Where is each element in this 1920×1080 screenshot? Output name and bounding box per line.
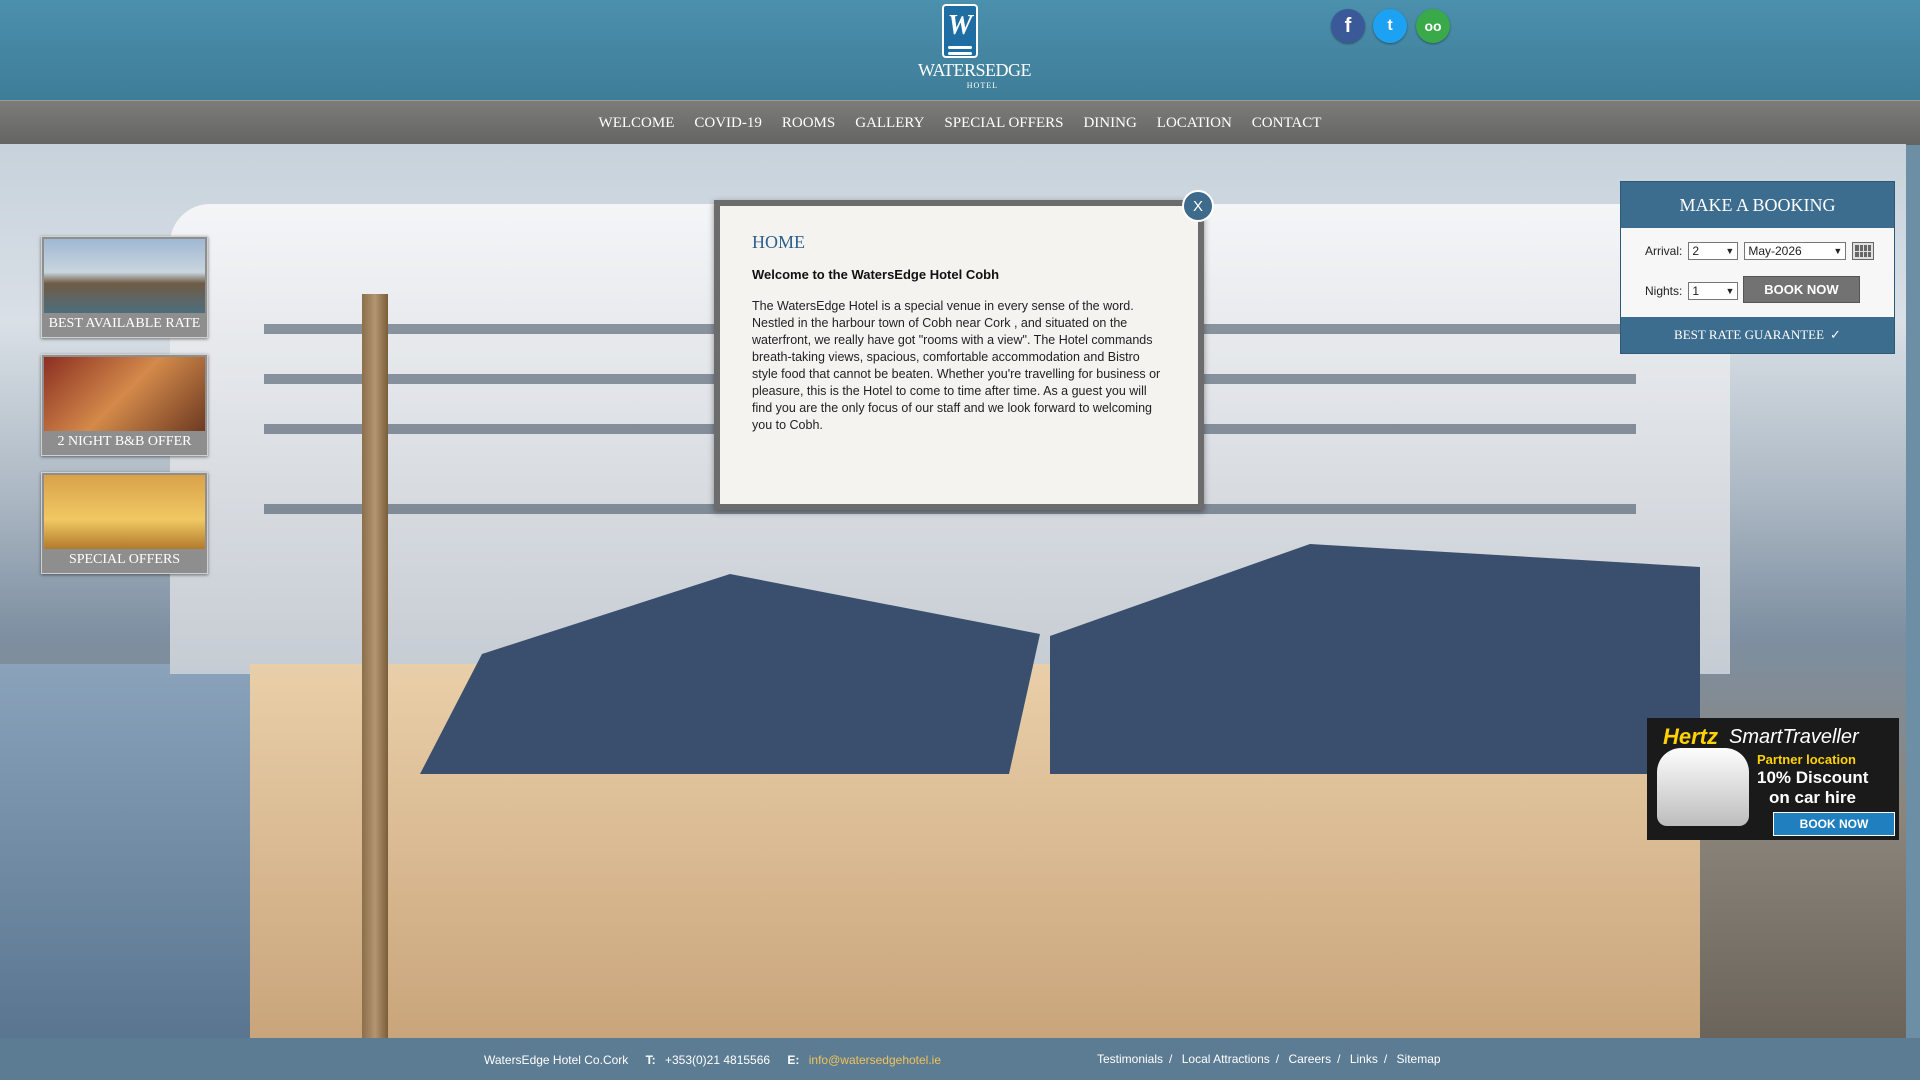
footer-links: Testimonials / Local Attractions / Careers… [1097, 1052, 1441, 1066]
logo-mark-icon: W [942, 4, 978, 58]
nav-dining[interactable]: DINING [1083, 115, 1136, 132]
best-rate-guarantee[interactable]: BEST RATE GUARANTEE ✓ [1621, 317, 1894, 353]
site-footer: WatersEdge Hotel Co.Cork T: +353(0)21 48… [0, 1038, 1920, 1080]
facebook-icon[interactable]: f [1331, 9, 1365, 43]
chevron-down-icon: ▼ [1725, 246, 1735, 256]
phone-label: T: [645, 1053, 656, 1067]
site-header: W WATERSEDGE HOTEL f t oo [0, 0, 1920, 100]
twitter-icon[interactable]: t [1373, 9, 1407, 43]
offer-caption: 2 NIGHT B&B OFFER [57, 434, 192, 449]
nav-covid-19[interactable]: COVID-19 [694, 115, 762, 132]
nav-contact[interactable]: CONTACT [1252, 115, 1322, 132]
nights-row: Nights: 1 ▼ [1645, 282, 1739, 300]
nav-welcome[interactable]: WELCOME [599, 115, 675, 132]
offer-image [44, 357, 205, 431]
popup-body: The WatersEdge Hotel is a special venue … [752, 299, 1161, 432]
footer-contact: WatersEdge Hotel Co.Cork T: +353(0)21 48… [484, 1053, 941, 1067]
nav-rooms[interactable]: ROOMS [782, 115, 835, 132]
offer-caption: BEST AVAILABLE RATE [48, 316, 201, 331]
arrival-day-select[interactable]: 2 ▼ [1688, 242, 1739, 260]
footer-link-sitemap[interactable]: Sitemap [1397, 1052, 1441, 1066]
hertz-brand: Hertz [1663, 724, 1719, 749]
arrival-label: Arrival: [1645, 244, 1683, 258]
hertz-product: SmartTraveller [1729, 726, 1859, 748]
popup-close-button[interactable]: X [1182, 190, 1214, 222]
popup-heading: Welcome to the WatersEdge Hotel Cobh [752, 267, 1000, 282]
checkmark-icon: ✓ [1830, 327, 1841, 342]
nav-gallery[interactable]: GALLERY [855, 115, 924, 132]
offer-2-night-bb[interactable]: 2 NIGHT B&B OFFER [41, 354, 208, 456]
hertz-discount: 10% Discount [1757, 768, 1869, 787]
footer-link-links[interactable]: Links [1350, 1052, 1378, 1066]
logo-name: WATERSEDGE [918, 60, 1032, 80]
footer-address: WatersEdge Hotel Co.Cork [484, 1053, 629, 1067]
car-image [1657, 748, 1749, 826]
footer-link-local-attractions[interactable]: Local Attractions [1182, 1052, 1270, 1066]
offer-special-offers[interactable]: SPECIAL OFFERS [41, 472, 208, 574]
logo-subtitle: HOTEL [966, 81, 998, 90]
booking-title: MAKE A BOOKING [1621, 182, 1894, 228]
welcome-popup: HOME Welcome to the WatersEdge Hotel Cob… [714, 200, 1204, 510]
hertz-partner: Partner location [1757, 752, 1856, 767]
chevron-down-icon: ▼ [1833, 246, 1843, 256]
hotel-logo[interactable]: W WATERSEDGE HOTEL [918, 4, 1032, 92]
footer-link-careers[interactable]: Careers [1288, 1052, 1331, 1066]
booking-widget: MAKE A BOOKING Arrival: 2 ▼ May-2026 ▼ Nig… [1620, 181, 1895, 354]
nav-location[interactable]: LOCATION [1157, 115, 1232, 132]
utility-pole [362, 294, 388, 1038]
offer-best-available-rate[interactable]: BEST AVAILABLE RATE [41, 236, 208, 338]
offer-image [44, 475, 205, 549]
tripadvisor-icon[interactable]: oo [1416, 9, 1450, 43]
offer-caption: SPECIAL OFFERS [68, 552, 181, 567]
hertz-discount-2: on car hire [1769, 788, 1856, 807]
popup-title: HOME [752, 232, 805, 252]
nights-select[interactable]: 1 ▼ [1688, 282, 1739, 300]
arrival-row: Arrival: 2 ▼ May-2026 ▼ [1645, 242, 1875, 260]
hertz-book-now-button[interactable]: BOOK NOW [1773, 812, 1895, 836]
footer-link-testimonials[interactable]: Testimonials [1097, 1052, 1163, 1066]
footer-email-link[interactable]: info@watersedgehotel.ie [809, 1053, 941, 1067]
hertz-ad-banner[interactable]: Hertz SmartTraveller Partner location 10… [1647, 718, 1899, 840]
calendar-icon[interactable] [1852, 242, 1875, 260]
nights-label: Nights: [1645, 284, 1683, 298]
nav-special-offers[interactable]: SPECIAL OFFERS [944, 115, 1063, 132]
offer-image [44, 239, 205, 313]
arrival-month-select[interactable]: May-2026 ▼ [1744, 242, 1847, 260]
chevron-down-icon: ▼ [1725, 286, 1735, 296]
footer-phone: +353(0)21 4815566 [664, 1053, 771, 1067]
main-nav: WELCOME COVID-19 ROOMS GALLERY SPECIAL O… [0, 100, 1920, 145]
email-label: E: [787, 1053, 800, 1067]
book-now-button[interactable]: BOOK NOW [1743, 276, 1860, 303]
